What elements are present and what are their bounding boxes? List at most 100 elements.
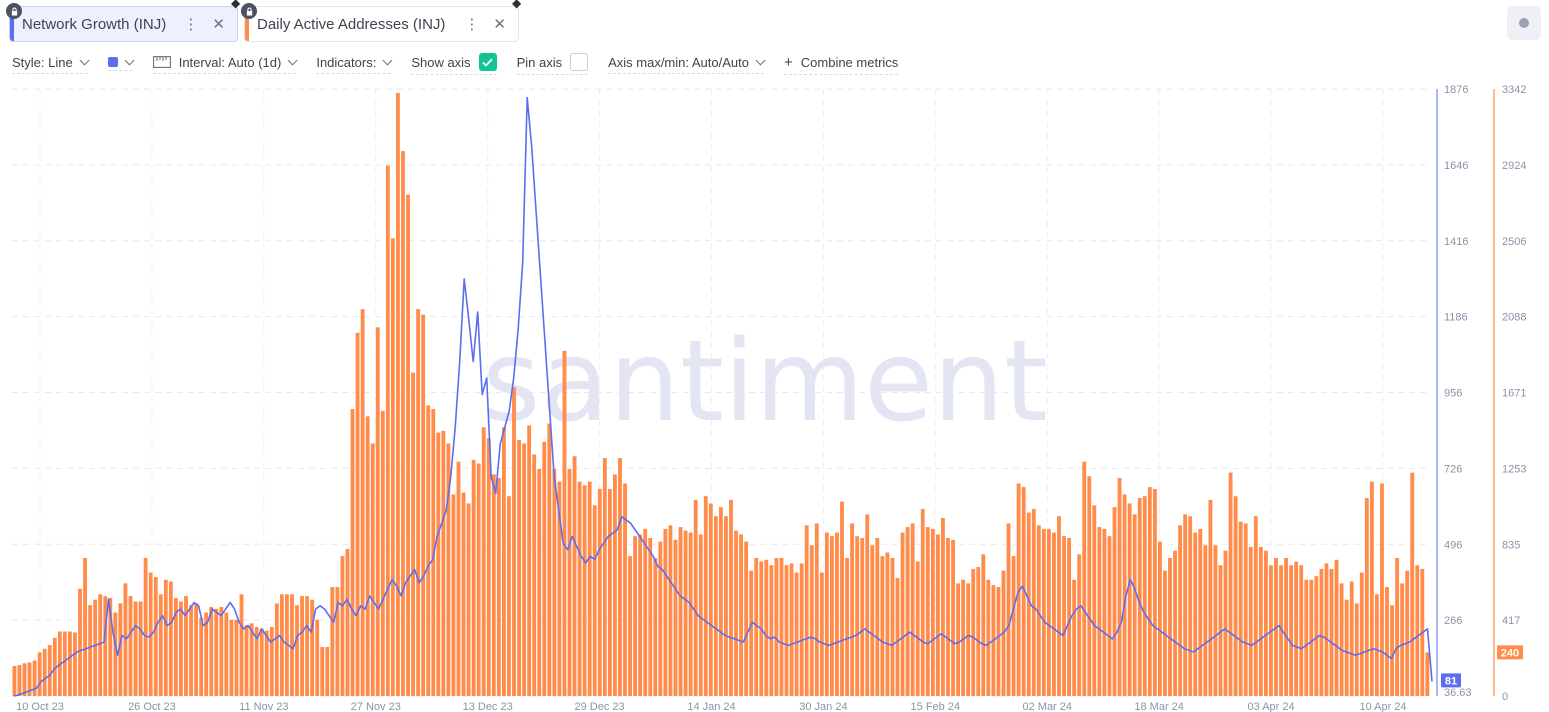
style-dropdown[interactable]: Style: Line	[12, 54, 90, 74]
bar	[522, 443, 527, 696]
bar	[1233, 496, 1238, 696]
bar	[1102, 528, 1107, 696]
bar	[935, 534, 940, 696]
metric-tab-daily-active-addresses[interactable]: Daily Active Addresses (INJ) ⋮ ✕	[241, 3, 519, 42]
bar	[597, 488, 602, 696]
bar	[214, 608, 219, 696]
bar	[1400, 583, 1405, 696]
indicators-dropdown[interactable]: Indicators:	[316, 55, 393, 74]
ruler-icon	[152, 56, 171, 68]
x-axis-tick-label: 26 Oct 23	[128, 701, 176, 712]
more-options-icon[interactable]: ⋮	[183, 15, 198, 33]
chart-settings-button[interactable]	[1507, 6, 1541, 40]
metric-tab-network-growth[interactable]: Network Growth (INJ) ⋮ ✕	[6, 3, 238, 42]
bar	[577, 481, 582, 696]
show-axis-toggle[interactable]: Show axis	[411, 53, 497, 75]
bar	[648, 537, 653, 696]
show-axis-label: Show axis	[411, 54, 471, 70]
bar	[62, 631, 67, 696]
bar	[602, 458, 607, 696]
lock-icon[interactable]	[241, 3, 257, 19]
x-axis-tick-label: 15 Feb 24	[911, 701, 961, 712]
more-options-icon[interactable]: ⋮	[464, 15, 479, 33]
checkbox-checked-icon[interactable]	[478, 53, 497, 71]
bar	[249, 623, 254, 696]
bar	[239, 594, 244, 696]
chart[interactable]: santiment 1876 1646 1416 1186 956 726 496 266 36.…	[0, 80, 1549, 712]
x-axis-tick-label: 30 Jan 24	[799, 701, 847, 712]
bar	[466, 503, 471, 696]
bar	[42, 648, 47, 696]
y-axis-right-tick-label: 3342	[1502, 84, 1526, 96]
combine-metrics-button[interactable]: + Combine metrics	[784, 54, 899, 75]
bar	[244, 625, 249, 696]
bar	[850, 523, 855, 696]
bar	[1193, 532, 1198, 696]
x-axis-tick-label: 27 Nov 23	[351, 701, 401, 712]
bar	[779, 557, 784, 696]
bar	[461, 492, 466, 696]
bar	[340, 556, 345, 696]
bar	[355, 332, 360, 696]
chevron-down-icon	[79, 55, 90, 65]
checkbox-unchecked-icon[interactable]	[570, 53, 589, 71]
bar	[350, 409, 355, 696]
bar	[1344, 599, 1349, 696]
bar	[380, 410, 385, 696]
bar	[1415, 565, 1420, 696]
bar	[1072, 579, 1077, 696]
y-axis-left-tick-label: 1876	[1444, 84, 1468, 96]
bar	[370, 443, 375, 696]
y-axis-left-tick-label: 956	[1444, 388, 1462, 400]
bar	[1385, 587, 1389, 696]
bar	[416, 309, 421, 696]
bar	[744, 541, 749, 696]
bar	[708, 503, 713, 696]
bar	[799, 563, 804, 696]
bar	[330, 587, 335, 696]
bar	[1117, 478, 1122, 696]
bar	[1243, 523, 1248, 696]
bar	[880, 556, 885, 696]
bar	[481, 427, 486, 696]
bar	[572, 456, 577, 696]
bar	[618, 458, 622, 696]
lock-icon[interactable]	[6, 3, 22, 19]
bar	[1107, 536, 1112, 696]
bar	[310, 599, 315, 696]
bar	[562, 350, 567, 696]
bar	[158, 594, 163, 696]
bar	[1380, 483, 1384, 696]
style-label: Style: Line	[12, 54, 73, 70]
color-dropdown[interactable]	[107, 55, 135, 71]
bar	[456, 461, 461, 696]
bar	[941, 518, 945, 696]
bar	[229, 619, 234, 696]
bar	[628, 556, 632, 696]
bar	[623, 483, 627, 696]
bar	[1031, 508, 1036, 696]
bar	[966, 583, 971, 696]
axis-maxmin-dropdown[interactable]: Axis max/min: Auto/Auto	[608, 55, 766, 74]
bar	[784, 565, 789, 696]
bar	[138, 601, 143, 696]
ethereum-icon: ◆	[231, 0, 241, 10]
bar	[507, 496, 511, 696]
close-icon[interactable]: ✕	[212, 15, 225, 33]
bar	[385, 165, 390, 696]
watermark-text: santiment	[482, 317, 1048, 447]
pin-axis-toggle[interactable]: Pin axis	[516, 53, 589, 75]
bar	[1137, 498, 1142, 696]
bar	[1364, 498, 1369, 696]
combine-metrics-label: Combine metrics	[800, 54, 899, 70]
x-axis-tick-label: 18 Mar 24	[1134, 701, 1184, 712]
bar	[411, 372, 416, 696]
bar	[835, 532, 839, 696]
close-icon[interactable]: ✕	[493, 15, 506, 33]
bar	[1087, 476, 1092, 696]
bar	[527, 425, 532, 696]
bar	[426, 405, 431, 696]
interval-dropdown[interactable]: Interval: Auto (1d)	[152, 55, 298, 74]
bar	[98, 594, 103, 696]
bar	[724, 516, 728, 696]
